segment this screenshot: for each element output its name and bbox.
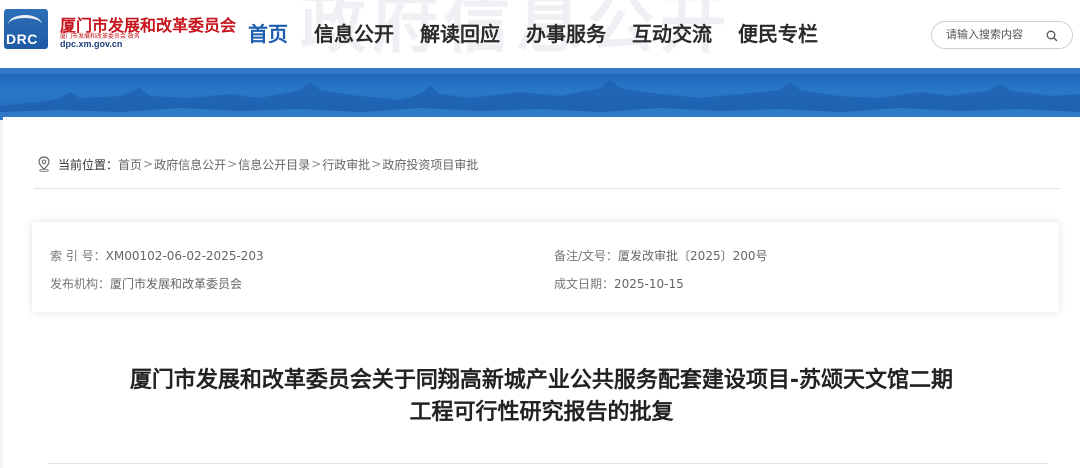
- nav-item-interpretation[interactable]: 解读回应: [420, 20, 500, 48]
- site-logo[interactable]: DRC 厦门市发展和改革委员会 厦门市发展和改革委员会 政务 dpc.xm.go…: [4, 9, 236, 53]
- title-divider: [48, 463, 1048, 464]
- publisher-label: 发布机构：: [50, 277, 111, 291]
- logo-abbr: DRC: [6, 31, 38, 47]
- publisher: 发布机构：厦门市发展和改革委员会: [50, 275, 242, 292]
- written-date-label: 成文日期：: [554, 277, 615, 291]
- publisher-value: 厦门市发展和改革委员会: [110, 277, 243, 291]
- breadcrumb-item-home[interactable]: 首页: [118, 156, 142, 173]
- document-info-box: 索 引 号：XM00102-06-02-2025-203 备注/文号：厦发改审批…: [32, 222, 1059, 312]
- nav-item-interaction[interactable]: 互动交流: [632, 20, 712, 48]
- drc-logo-icon: DRC: [4, 9, 48, 49]
- written-date-value: 2025-10-15: [614, 277, 684, 291]
- index-number-label: 索 引 号：: [50, 249, 106, 263]
- content-panel: 当前位置： 首页 > 政府信息公开 > 信息公开目录 > 行政审批 > 政府投资…: [3, 117, 1080, 468]
- breadcrumb: 当前位置： 首页 > 政府信息公开 > 信息公开目录 > 行政审批 > 政府投资…: [37, 155, 478, 173]
- location-pin-icon: [37, 156, 51, 172]
- breadcrumb-item-admin-approval[interactable]: 行政审批: [322, 156, 370, 173]
- search-icon[interactable]: [1045, 28, 1059, 42]
- search-box: [931, 21, 1073, 49]
- breadcrumb-separator: >: [143, 157, 154, 171]
- nav-item-home[interactable]: 首页: [248, 20, 288, 48]
- main-nav: 首页 信息公开 解读回应 办事服务 互动交流 便民专栏: [248, 20, 844, 48]
- breadcrumb-separator: >: [371, 157, 382, 171]
- logo-url: dpc.xm.gov.cn: [60, 39, 123, 49]
- nav-item-services[interactable]: 办事服务: [526, 20, 606, 48]
- document-title: 厦门市发展和改革委员会关于同翔高新城产业公共服务配套建设项目-苏颂天文馆二期 工…: [3, 365, 1080, 429]
- breadcrumb-current-label: 当前位置：: [58, 157, 119, 172]
- breadcrumb-item-gov-info[interactable]: 政府信息公开: [154, 156, 226, 173]
- index-number-value: XM00102-06-02-2025-203: [105, 249, 264, 263]
- header-banner: [0, 68, 1080, 120]
- index-number: 索 引 号：XM00102-06-02-2025-203: [50, 247, 264, 264]
- breadcrumb-separator: >: [227, 157, 238, 171]
- document-number: 备注/文号：厦发改审批〔2025〕200号: [554, 247, 768, 264]
- document-title-line-2: 工程可行性研究报告的批复: [409, 400, 674, 425]
- breadcrumb-item-investment-approval[interactable]: 政府投资项目审批: [382, 156, 478, 173]
- written-date: 成文日期：2025-10-15: [554, 275, 684, 292]
- breadcrumb-separator: >: [311, 157, 322, 171]
- document-number-value: 厦发改审批〔2025〕200号: [618, 249, 768, 263]
- breadcrumb-divider: [34, 188, 1060, 189]
- document-number-label: 备注/文号：: [554, 249, 619, 263]
- nav-item-info-disclosure[interactable]: 信息公开: [314, 20, 394, 48]
- document-title-line-1: 厦门市发展和改革委员会关于同翔高新城产业公共服务配套建设项目-苏颂天文馆二期: [129, 368, 954, 393]
- site-header: 政府信息公开 DRC 厦门市发展和改革委员会 厦门市发展和改革委员会 政务 dp…: [0, 0, 1080, 68]
- breadcrumb-item-info-catalog[interactable]: 信息公开目录: [238, 156, 310, 173]
- search-input[interactable]: [946, 25, 1042, 43]
- nav-item-convenience[interactable]: 便民专栏: [738, 20, 818, 48]
